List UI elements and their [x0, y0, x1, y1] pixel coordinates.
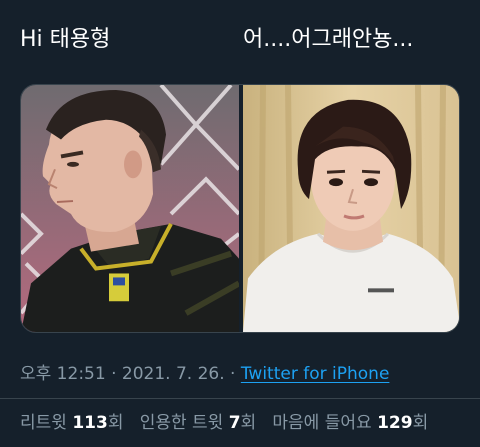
retweets-stat[interactable]: 리트윗 113회: [20, 413, 123, 433]
quotes-stat[interactable]: 인용한 트윗 7회: [140, 413, 257, 433]
photo-taeyong[interactable]: [243, 85, 459, 332]
likes-label: 마음에 들어요: [272, 413, 378, 433]
tweet-media[interactable]: [20, 84, 460, 333]
retweets-count: 113: [72, 413, 108, 433]
quotes-count: 7: [228, 413, 241, 433]
photo-goalkeeper[interactable]: [21, 85, 239, 332]
divider: [0, 398, 480, 399]
retweets-label: 리트윗: [20, 413, 73, 433]
retweets-unit: 회: [107, 413, 124, 433]
likes-count: 129: [377, 413, 413, 433]
tweet: Hi 태용형 어....어그래안뇽... 오후 12:51 · 2021. 7.…: [0, 0, 480, 447]
quotes-unit: 회: [240, 413, 257, 433]
tweet-meta: 오후 12:51 · 2021. 7. 26. · Twitter for iP…: [20, 362, 389, 386]
photo-goalkeeper-image: [21, 85, 239, 332]
tweet-stats: 리트윗 113회 인용한 트윗 7회 마음에 들어요 129회: [20, 411, 428, 435]
caption-left: Hi 태용형: [20, 27, 111, 52]
photo-taeyong-image: [243, 85, 459, 332]
meta-separator: ·: [224, 364, 241, 384]
caption-right: 어....어그래안뇽...: [243, 27, 414, 52]
quotes-label: 인용한 트윗: [139, 413, 229, 433]
tweet-date[interactable]: 2021. 7. 26.: [122, 364, 225, 384]
meta-separator: ·: [105, 364, 122, 384]
likes-unit: 회: [412, 413, 429, 433]
tweet-source-link[interactable]: Twitter for iPhone: [241, 364, 390, 384]
likes-stat[interactable]: 마음에 들어요 129회: [272, 413, 428, 433]
tweet-time[interactable]: 오후 12:51: [20, 364, 106, 384]
